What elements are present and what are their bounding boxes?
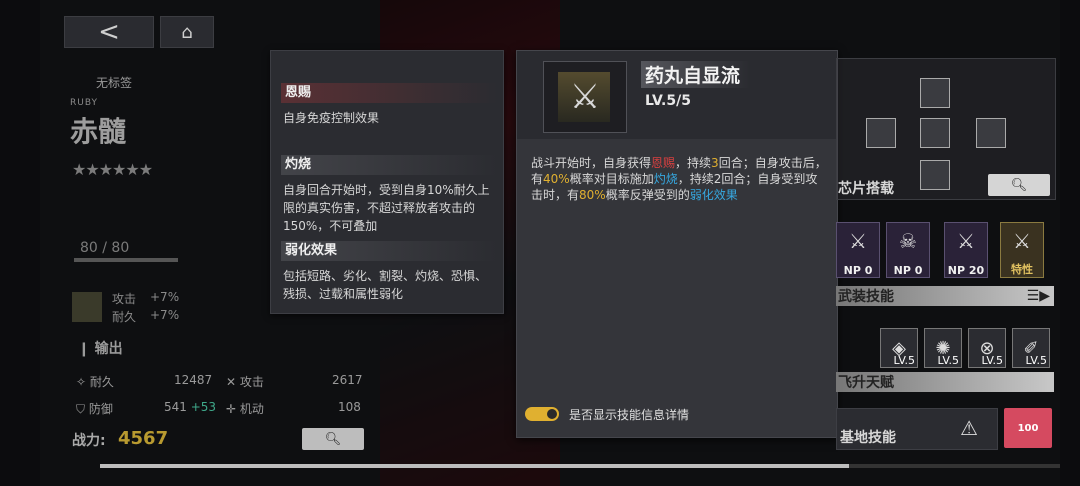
- stat-durability-value: 12487: [174, 373, 213, 387]
- tooltip-section-body: 自身回合开始时，受到自身10%耐久上限的真实伤害，不超过释放者攻击的150%，不…: [283, 183, 490, 233]
- detail-toggle-label: 是否显示技能信息详情: [569, 408, 690, 422]
- talent-slot[interactable]: ✐ LV.5: [1012, 328, 1050, 368]
- star-rating: ★★★★★★: [72, 160, 153, 179]
- tooltip-section-title: 灼烧: [281, 155, 497, 175]
- skill-detail-panel: ⚔ 药丸自显流 LV.5/5 战斗开始时，自身获得恩赐，持续3回合；自身攻击后，…: [516, 50, 838, 438]
- chip-title: 芯片搭载: [838, 181, 894, 197]
- detail-toggle[interactable]: [525, 407, 559, 421]
- armed-skill-card[interactable]: ☠ NP 0: [886, 222, 930, 278]
- skill-level: LV.5/5: [645, 93, 691, 109]
- pill-sword-icon: ⚔: [569, 77, 601, 117]
- left-edge: [0, 0, 40, 486]
- ascend-talent-bar[interactable]: 飞升天赋: [836, 372, 1054, 392]
- armed-skills-bar[interactable]: 武装技能 ☰▶: [836, 286, 1054, 306]
- stat-attack-value: 2617: [332, 373, 363, 387]
- back-icon: <: [98, 17, 120, 47]
- mask-icon: ☠: [899, 229, 917, 253]
- zoom-button[interactable]: 🔍︎: [302, 428, 364, 450]
- armed-skill-card[interactable]: ⚔ NP 0: [836, 222, 880, 278]
- defense-icon: ⛉: [76, 402, 86, 416]
- skill-name: 药丸自显流: [641, 61, 751, 88]
- grid-icon: [72, 292, 102, 322]
- magnifier-icon: 🔍︎: [1010, 177, 1028, 193]
- stat-defense-label: ⛉ 防御: [76, 402, 113, 416]
- tooltip-section-title: 弱化效果: [281, 241, 497, 261]
- scroll-indicator: [100, 464, 1060, 468]
- chip-zoom-button[interactable]: 🔍︎: [988, 174, 1050, 196]
- power-label: 战力:: [72, 433, 106, 449]
- talent-slot[interactable]: ⊗ LV.5: [968, 328, 1006, 368]
- talent-slot[interactable]: ✺ LV.5: [924, 328, 962, 368]
- character-en-name: RUBY: [70, 98, 99, 108]
- chip-slot[interactable]: [976, 118, 1006, 148]
- bonus-attack-value: +7%: [150, 290, 180, 304]
- skill-description: 战斗开始时，自身获得恩赐，持续3回合；自身攻击后，有40%概率对目标施加灼烧，持…: [531, 156, 827, 202]
- power-value: 4567: [118, 428, 169, 449]
- home-icon: ⌂: [181, 21, 193, 43]
- armed-skill-card[interactable]: ⚔ NP 20: [944, 222, 988, 278]
- role-label: ❙ 输出: [78, 341, 123, 357]
- tooltip-section-title: 恩赐: [281, 83, 497, 103]
- skill-header: ⚔ 药丸自显流 LV.5/5: [517, 51, 837, 139]
- bonus-attack-label: 攻击: [112, 292, 137, 306]
- keyword-link-burn[interactable]: 灼烧: [654, 172, 678, 186]
- tooltip-section-body: 自身免疫控制效果: [283, 111, 380, 125]
- attack-icon: ✕: [226, 375, 237, 389]
- blade-icon: ⚔: [957, 229, 975, 253]
- bonus-durability-label: 耐久: [112, 310, 137, 324]
- chip-slot[interactable]: [920, 160, 950, 190]
- trait-skill-card[interactable]: ⚔ 特性: [1000, 222, 1044, 278]
- character-name: 赤髓: [70, 115, 127, 148]
- chip-slot[interactable]: [920, 78, 950, 108]
- base-skill-title: 基地技能: [840, 430, 896, 446]
- tooltip-section-body: 包括短路、劣化、割裂、灼烧、恐惧、残损、过载和属性弱化: [283, 269, 488, 301]
- heart-icon: 100: [1017, 422, 1039, 434]
- sword-icon: ⚔: [849, 229, 867, 253]
- home-button[interactable]: ⌂: [160, 16, 214, 48]
- stat-mobility-value: 108: [338, 400, 361, 414]
- magnifier-icon: 🔍︎: [324, 431, 342, 447]
- keyword-link-blessing[interactable]: 恩赐: [651, 156, 675, 170]
- durability-icon: ✧: [76, 375, 87, 389]
- chip-slot[interactable]: [866, 118, 896, 148]
- role-icon: ❙: [78, 341, 95, 357]
- talent-slot[interactable]: ◈ LV.5: [880, 328, 918, 368]
- pill-sword-icon: ⚔: [1013, 229, 1031, 253]
- right-edge: [1060, 0, 1080, 486]
- keyword-link-debuff[interactable]: 弱化效果: [690, 188, 738, 202]
- stat-mobility-label: ✛ 机动: [226, 402, 264, 416]
- skill-icon: ⚔: [543, 61, 627, 133]
- level-text: 80 / 80: [80, 240, 130, 256]
- back-button[interactable]: <: [64, 16, 154, 48]
- bonus-durability-value: +7%: [150, 308, 180, 322]
- list-play-icon: ☰▶: [1026, 288, 1050, 304]
- mobility-icon: ✛: [226, 402, 237, 416]
- keyword-tooltip: 恩赐 自身免疫控制效果 灼烧 自身回合开始时，受到自身10%耐久上限的真实伤害，…: [270, 50, 504, 314]
- stat-durability-label: ✧ 耐久: [76, 375, 114, 389]
- character-tag: 无标签: [96, 76, 133, 90]
- affection-button[interactable]: 100: [1004, 408, 1052, 448]
- stat-defense-value: 541 +53: [164, 400, 217, 414]
- warning-triangle-icon: ⚠: [960, 416, 978, 440]
- chip-slot[interactable]: [920, 118, 950, 148]
- stat-attack-label: ✕ 攻击: [226, 375, 264, 389]
- exp-bar: [74, 258, 178, 262]
